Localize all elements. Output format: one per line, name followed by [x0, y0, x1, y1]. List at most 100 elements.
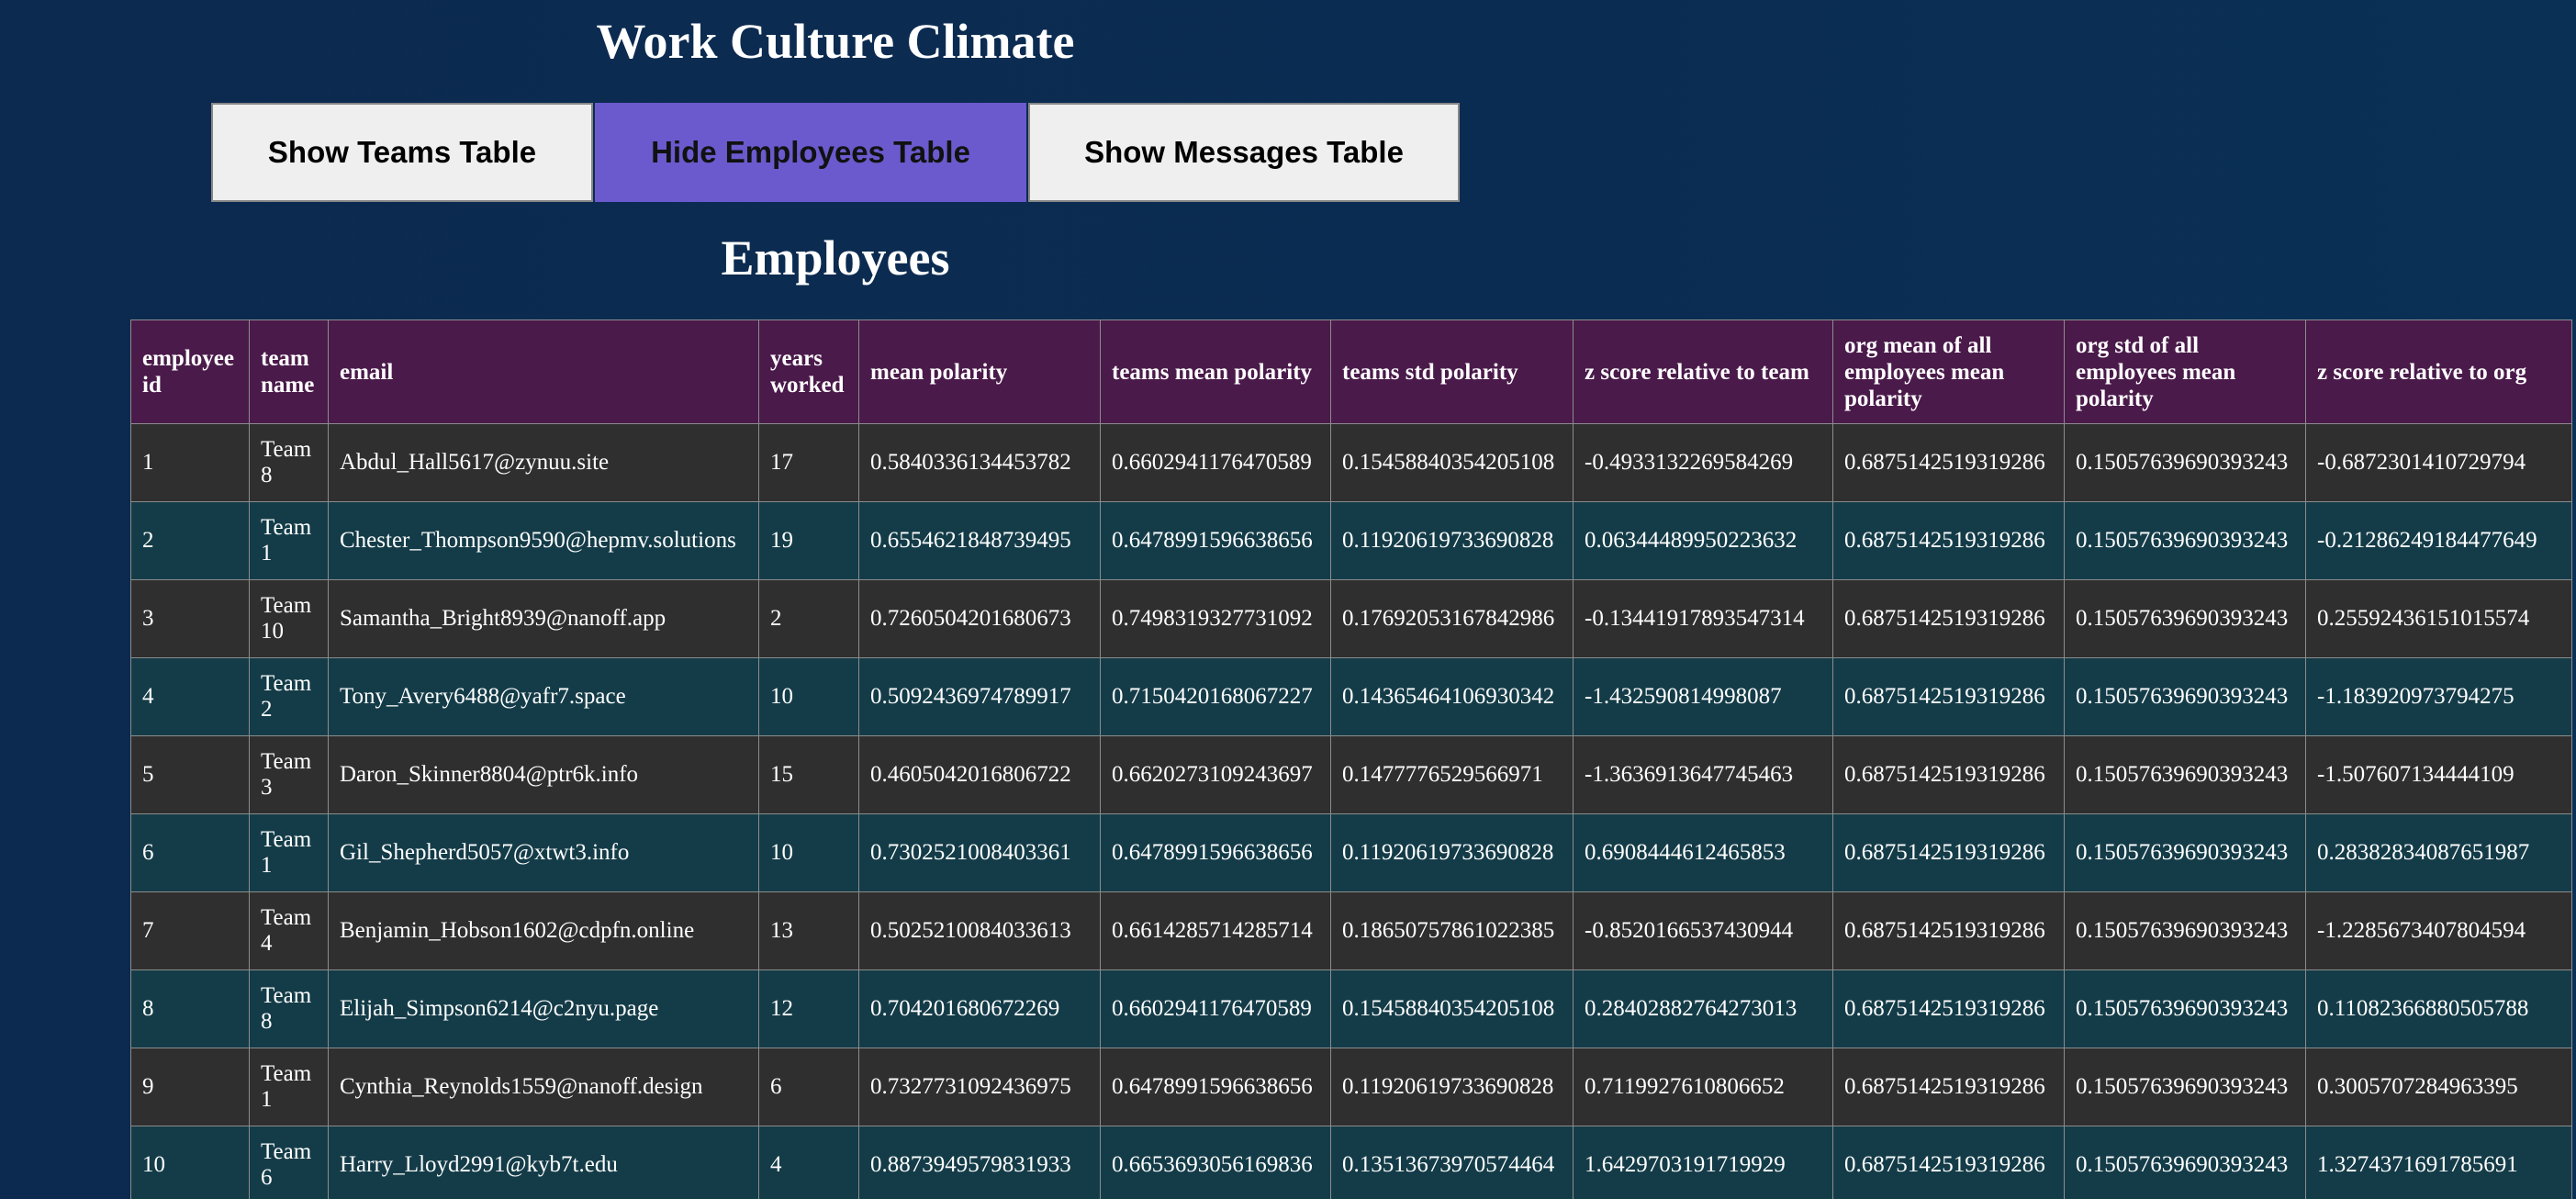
table-cell: -1.2285673407804594: [2305, 891, 2572, 970]
table-cell: 12: [758, 969, 859, 1048]
table-cell: 0.13513673970574464: [1330, 1126, 1574, 1199]
table-cell: 0.15057639690393243: [2064, 891, 2306, 970]
table-cell: 0.6602941176470589: [1100, 423, 1331, 502]
table-cell: Harry_Lloyd2991@kyb7t.edu: [328, 1126, 759, 1199]
table-cell: Team 1: [249, 813, 329, 892]
table-cell: 0.11920619733690828: [1330, 501, 1574, 580]
table-header-row: employee id team name email years worked mea…: [130, 319, 2572, 424]
table-cell: Team 8: [249, 969, 329, 1048]
table-cell: -0.8520166537430944: [1573, 891, 1833, 970]
table-cell: 0.6875142519319286: [1832, 1048, 2065, 1126]
table-row: 6 Team 1 Gil_Shepherd5057@xtwt3.info 10 0.73…: [130, 813, 2572, 892]
table-cell: Elijah_Simpson6214@c2nyu.page: [328, 969, 759, 1048]
column-header: team name: [249, 319, 329, 424]
table-cell: 1: [130, 423, 250, 502]
table-cell: Benjamin_Hobson1602@cdpfn.online: [328, 891, 759, 970]
table-cell: 0.06344489950223632: [1573, 501, 1833, 580]
table-cell: 0.15057639690393243: [2064, 1048, 2306, 1126]
table-row: 3 Team 10 Samantha_Bright8939@nanoff.app 2 0…: [130, 579, 2572, 658]
table-cell: 0.15458840354205108: [1330, 423, 1574, 502]
column-header: mean polarity: [858, 319, 1101, 424]
table-cell: 0.7327731092436975: [858, 1048, 1101, 1126]
table-cell: 0.25592436151015574: [2305, 579, 2572, 658]
table-cell: 0.8873949579831933: [858, 1126, 1101, 1199]
table-cell: Tony_Avery6488@yafr7.space: [328, 657, 759, 736]
table-cell: 0.15057639690393243: [2064, 579, 2306, 658]
table-cell: 7: [130, 891, 250, 970]
table-cell: Chester_Thompson9590@hepmv.solutions: [328, 501, 759, 580]
table-cell: Daron_Skinner8804@ptr6k.info: [328, 735, 759, 814]
table-cell: 3: [130, 579, 250, 658]
table-cell: 0.7119927610806652: [1573, 1048, 1833, 1126]
table-cell: 0.6875142519319286: [1832, 969, 2065, 1048]
hide-employees-table-button[interactable]: Hide Employees Table: [595, 103, 1026, 202]
table-cell: -0.4933132269584269: [1573, 423, 1833, 502]
table-cell: 6: [758, 1048, 859, 1126]
table-cell: 10: [758, 657, 859, 736]
table-cell: -1.507607134444109: [2305, 735, 2572, 814]
column-header: org std of all employees mean polarity: [2064, 319, 2306, 424]
show-messages-table-button[interactable]: Show Messages Table: [1028, 103, 1460, 202]
table-cell: 0.15057639690393243: [2064, 1126, 2306, 1199]
table-cell: 5: [130, 735, 250, 814]
table-cell: Gil_Shepherd5057@xtwt3.info: [328, 813, 759, 892]
table-cell: 0.6875142519319286: [1832, 735, 2065, 814]
table-cell: Team 8: [249, 423, 329, 502]
table-row: 10 Team 6 Harry_Lloyd2991@kyb7t.edu 4 0.8873…: [130, 1126, 2572, 1199]
column-header: email: [328, 319, 759, 424]
column-header: teams mean polarity: [1100, 319, 1331, 424]
table-cell: Team 4: [249, 891, 329, 970]
table-cell: Team 3: [249, 735, 329, 814]
show-teams-table-button[interactable]: Show Teams Table: [211, 103, 593, 202]
table-cell: 0.7150420168067227: [1100, 657, 1331, 736]
table-cell: 2: [130, 501, 250, 580]
table-cell: 0.14365464106930342: [1330, 657, 1574, 736]
table-cell: 0.6875142519319286: [1832, 501, 2065, 580]
table-cell: 2: [758, 579, 859, 658]
column-header: z score relative to org: [2305, 319, 2572, 424]
employees-section-title: Employees: [721, 230, 950, 286]
table-cell: -1.183920973794275: [2305, 657, 2572, 736]
table-row: 1 Team 8 Abdul_Hall5617@zynuu.site 17 0.5840…: [130, 423, 2572, 502]
table-row: 4 Team 2 Tony_Avery6488@yafr7.space 10 0.509…: [130, 657, 2572, 736]
column-header: teams std polarity: [1330, 319, 1574, 424]
table-cell: 0.7260504201680673: [858, 579, 1101, 658]
table-cell: 0.6602941176470589: [1100, 969, 1331, 1048]
table-cell: 0.6875142519319286: [1832, 891, 2065, 970]
table-cell: 4: [758, 1126, 859, 1199]
table-cell: 0.6554621848739495: [858, 501, 1101, 580]
table-cell: -0.6872301410729794: [2305, 423, 2572, 502]
table-cell: Abdul_Hall5617@zynuu.site: [328, 423, 759, 502]
table-cell: 0.6875142519319286: [1832, 423, 2065, 502]
table-cell: 0.5840336134453782: [858, 423, 1101, 502]
table-cell: 0.6478991596638656: [1100, 1048, 1331, 1126]
table-cell: 1.3274371691785691: [2305, 1126, 2572, 1199]
table-cell: -1.432590814998087: [1573, 657, 1833, 736]
table-cell: 0.6653693056169836: [1100, 1126, 1331, 1199]
table-cell: 10: [130, 1126, 250, 1199]
table-cell: 0.15458840354205108: [1330, 969, 1574, 1048]
table-row: 5 Team 3 Daron_Skinner8804@ptr6k.info 15 0.4…: [130, 735, 2572, 814]
table-cell: 0.11920619733690828: [1330, 813, 1574, 892]
table-row: 8 Team 8 Elijah_Simpson6214@c2nyu.page 12 0.…: [130, 969, 2572, 1048]
table-cell: 0.6875142519319286: [1832, 579, 2065, 658]
table-cell: 0.28382834087651987: [2305, 813, 2572, 892]
table-cell: Team 2: [249, 657, 329, 736]
table-cell: 0.4605042016806722: [858, 735, 1101, 814]
table-cell: 4: [130, 657, 250, 736]
table-cell: Cynthia_Reynolds1559@nanoff.design: [328, 1048, 759, 1126]
table-cell: -0.21286249184477649: [2305, 501, 2572, 580]
table-cell: -0.13441917893547314: [1573, 579, 1833, 658]
table-cell: 0.11082366880505788: [2305, 969, 2572, 1048]
table-cell: 19: [758, 501, 859, 580]
table-row: 2 Team 1 Chester_Thompson9590@hepmv.soluti…: [130, 501, 2572, 580]
employees-table: employee id team name email years worked mea…: [130, 319, 2572, 1199]
table-toggle-buttons: Show Teams Table Hide Employees Table Sh…: [211, 103, 1460, 202]
table-row: 7 Team 4 Benjamin_Hobson1602@cdpfn.online 1…: [130, 891, 2572, 970]
table-cell: 0.704201680672269: [858, 969, 1101, 1048]
table-cell: 0.15057639690393243: [2064, 735, 2306, 814]
table-cell: 0.11920619733690828: [1330, 1048, 1574, 1126]
table-cell: Team 1: [249, 501, 329, 580]
table-cell: 15: [758, 735, 859, 814]
table-cell: 17: [758, 423, 859, 502]
